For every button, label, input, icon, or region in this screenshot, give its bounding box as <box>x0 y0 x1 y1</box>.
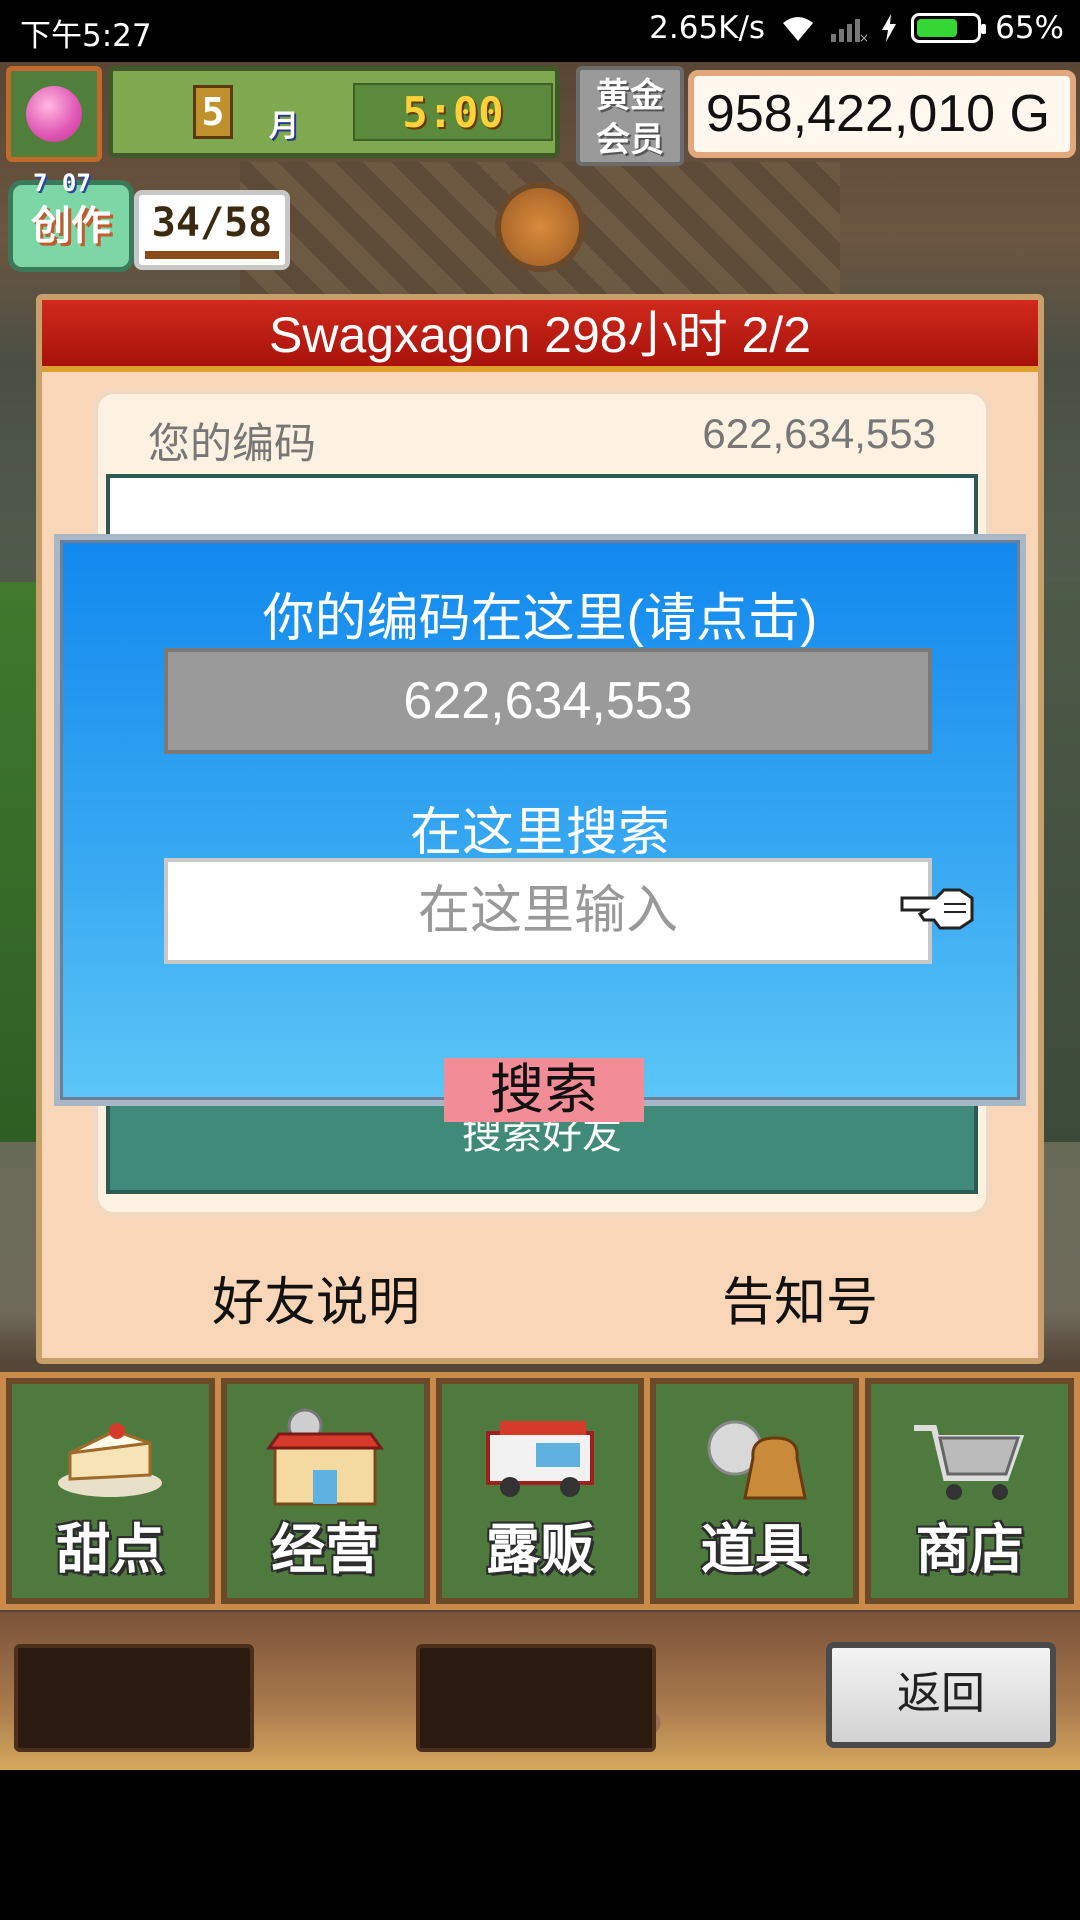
game-clock: 5:00 <box>353 83 553 141</box>
my-code-box[interactable]: 622,634,553 <box>164 648 932 754</box>
create-count: 34/58 <box>134 190 290 270</box>
svg-text:×: × <box>859 31 867 42</box>
signal-icon: × <box>831 14 867 42</box>
status-right: 2.65K/s × 65% <box>649 10 1064 46</box>
gold-member-badge[interactable]: 黄金会员 <box>576 66 684 166</box>
nav-dessert[interactable]: 甜点 <box>6 1378 215 1604</box>
footer-bar: 返回 <box>0 1612 1080 1770</box>
back-button[interactable]: 返回 <box>826 1642 1056 1748</box>
create-label: 创作 <box>31 203 111 249</box>
nav-manage-label: 经营 <box>271 1518 380 1581</box>
bottom-nav: 甜点 经营 露贩 道具 商店 <box>0 1372 1080 1610</box>
create-progress-bar <box>145 251 279 259</box>
battery-level: 65% <box>995 10 1064 46</box>
nav-manage[interactable]: 经营 <box>220 1378 430 1604</box>
shop-avatar[interactable] <box>6 66 102 162</box>
nav-stall-label: 露贩 <box>485 1518 594 1581</box>
game-screen: 5 月 5:00 黄金会员 958,422,010 G 7 07 创作 34/5… <box>0 62 1080 1770</box>
month-number: 5 <box>193 85 233 139</box>
items-bag-icon <box>695 1408 815 1508</box>
wifi-icon <box>779 13 817 43</box>
date-bar: 5 月 5:00 <box>108 66 560 158</box>
money-counter: 958,422,010 G <box>688 70 1076 158</box>
search-input[interactable] <box>164 858 932 964</box>
your-code-label: 您的编码 <box>148 420 317 467</box>
status-bar: 下午5:27 2.65K/s × 65% <box>0 0 1080 62</box>
nav-dessert-label: 甜点 <box>56 1518 165 1581</box>
panel-title: Swagxagon 298小时 2/2 <box>42 300 1038 372</box>
search-heading: 在这里搜索 <box>409 804 670 862</box>
nav-store[interactable]: 商店 <box>865 1378 1074 1604</box>
battery-icon <box>911 13 987 43</box>
friend-explain-button[interactable]: 好友说明 <box>212 1260 420 1335</box>
cake-icon <box>50 1408 170 1508</box>
your-code-value: 622,634,553 <box>702 410 936 457</box>
search-button[interactable]: 搜索 <box>444 1058 644 1122</box>
food-truck-icon <box>480 1408 600 1508</box>
building-emblem <box>495 182 585 272</box>
scene-building <box>1040 582 1080 1142</box>
nav-items-label: 道具 <box>700 1518 809 1581</box>
status-time: 下午5:27 <box>20 18 152 54</box>
create-badge[interactable]: 7 07 创作 <box>8 171 134 272</box>
create-count-value: 34/58 <box>151 200 273 246</box>
pointing-hand-icon <box>900 888 974 930</box>
cherry-tree-icon <box>26 86 82 142</box>
month-label: 月 <box>269 109 299 144</box>
nav-stall[interactable]: 露贩 <box>435 1378 645 1604</box>
net-speed: 2.65K/s <box>649 10 766 46</box>
scene-tree <box>0 582 40 1142</box>
dialog-title: 你的编码在这里(请点击) <box>262 590 818 648</box>
nav-store-label: 商店 <box>915 1518 1024 1581</box>
nav-items[interactable]: 道具 <box>650 1378 860 1604</box>
charging-icon <box>881 14 897 42</box>
search-dialog: 你的编码在这里(请点击) 622,634,553 在这里搜索 搜索 <box>54 534 1026 1122</box>
empty-slot-2[interactable] <box>416 1644 656 1752</box>
empty-slot-1[interactable] <box>14 1644 254 1752</box>
notice-id-button[interactable]: 告知号 <box>722 1260 878 1335</box>
shopping-cart-icon <box>910 1408 1030 1508</box>
create-top-label: 7 07 <box>33 169 91 197</box>
shop-icon <box>265 1408 385 1508</box>
